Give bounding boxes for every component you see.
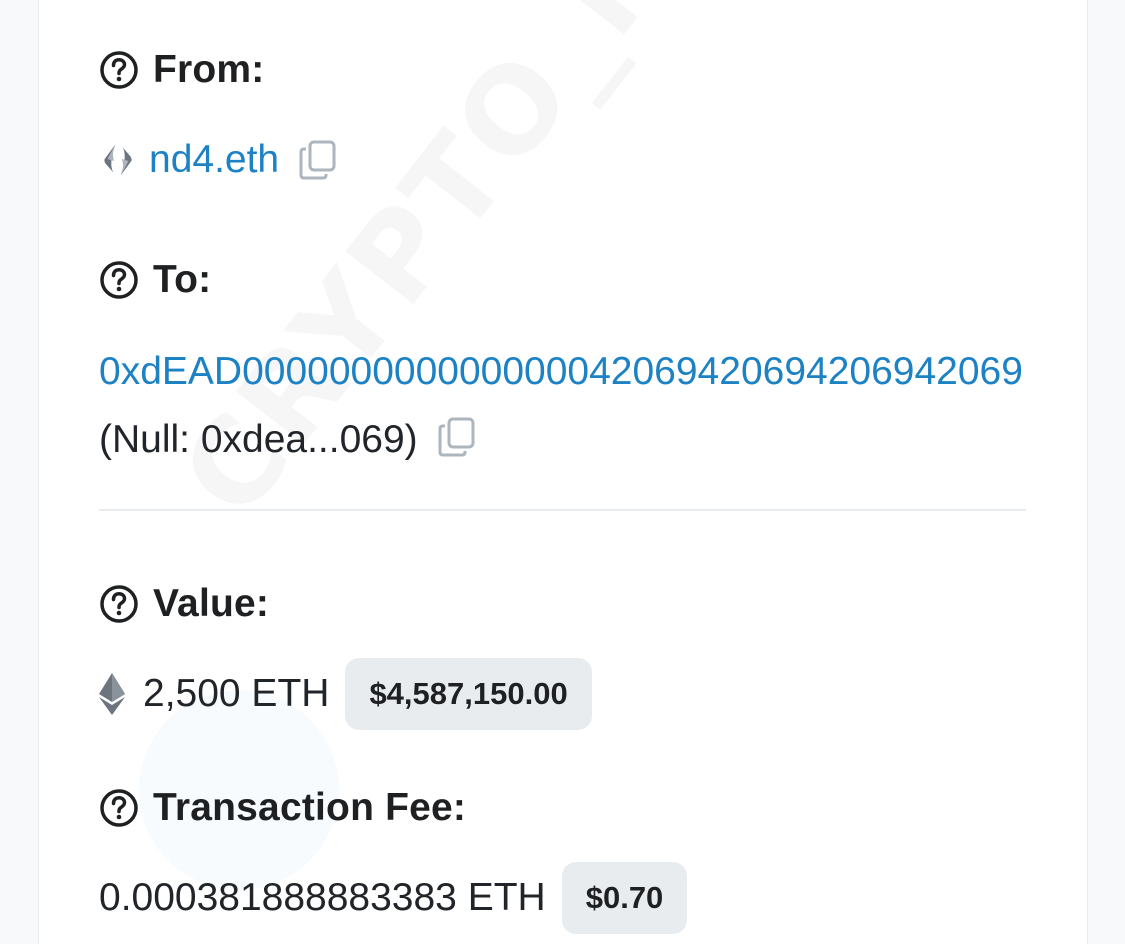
question-circle-icon[interactable] (99, 50, 139, 90)
to-address-link[interactable]: 0xdEAD0000000000000000420694206942069420… (99, 350, 1023, 393)
question-circle-icon[interactable] (99, 584, 139, 624)
copy-icon[interactable] (436, 416, 478, 458)
from-label-row: From: (99, 48, 265, 92)
from-value-row: nd4.eth (99, 138, 339, 182)
fee-label: Transaction Fee: (153, 786, 467, 829)
value-eth-amount: 2,500 ETH (143, 672, 330, 715)
from-address-link[interactable]: nd4.eth (149, 138, 279, 182)
to-label: To: (153, 258, 212, 301)
question-circle-icon[interactable] (99, 260, 139, 300)
to-address-note: (Null: 0xdea...069) (99, 418, 418, 461)
fee-eth-amount: 0.000381888883383 ETH (99, 876, 546, 919)
value-label-row: Value: (99, 582, 269, 626)
ens-logo-icon (104, 144, 132, 176)
fee-usd-badge: $0.70 (561, 862, 688, 934)
value-amount-row: 2,500 ETH $4,587,150.00 (99, 658, 592, 730)
copy-icon[interactable] (297, 139, 339, 181)
transaction-details-card: CRYPTO_HD From: nd4.eth To: (38, 0, 1088, 944)
question-circle-icon[interactable] (99, 788, 139, 828)
to-value-block: 0xdEAD0000000000000000420694206942069420… (99, 338, 1029, 474)
value-label: Value: (153, 582, 270, 625)
to-label-row: To: (99, 258, 211, 302)
fee-amount-row: 0.000381888883383 ETH $0.70 (99, 862, 688, 934)
value-usd-badge: $4,587,150.00 (345, 658, 592, 730)
fee-label-row: Transaction Fee: (99, 786, 466, 830)
ethereum-icon (99, 673, 125, 715)
from-label: From: (153, 48, 265, 91)
section-divider (99, 509, 1026, 511)
